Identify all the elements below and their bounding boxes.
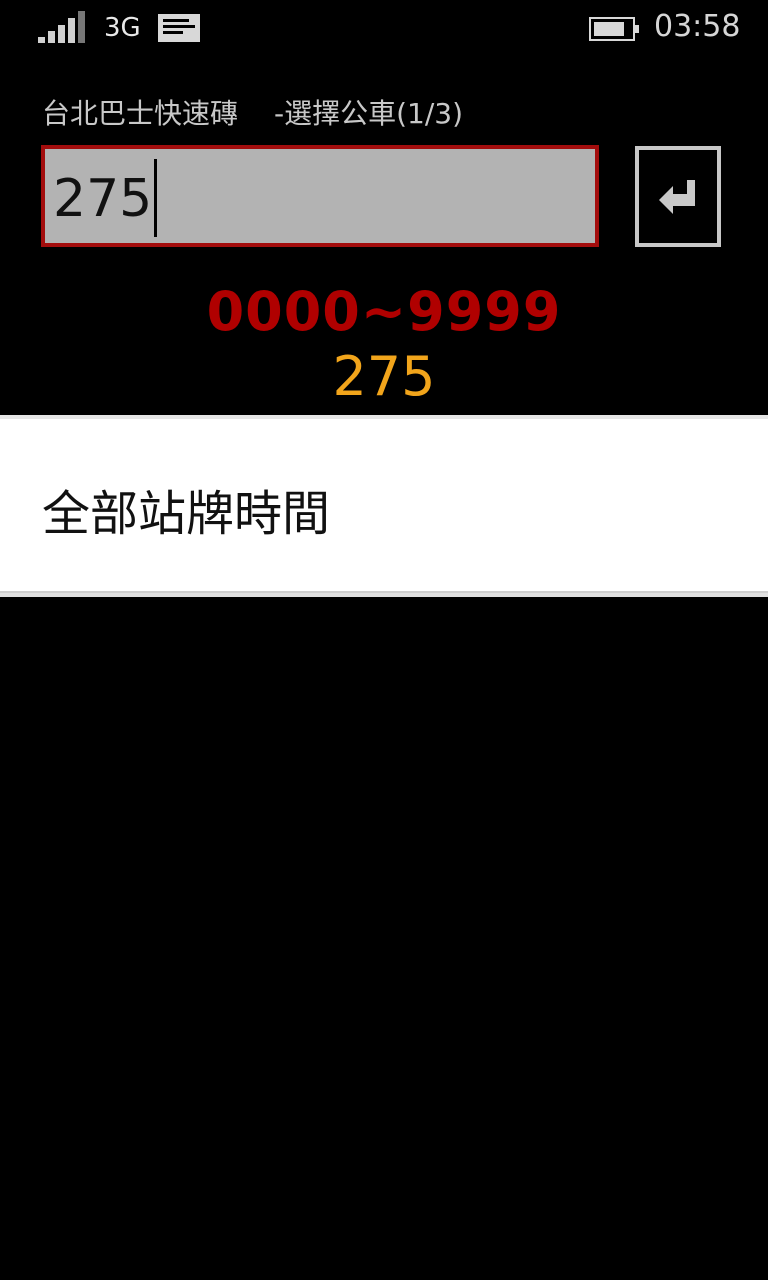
message-icon	[158, 14, 200, 42]
selected-route-value: 275	[332, 345, 436, 408]
route-input-value: 275	[53, 169, 153, 229]
battery-icon	[589, 17, 639, 41]
step-label: -選擇公車(1/3)	[274, 97, 464, 130]
network-type: 3G	[104, 13, 141, 43]
list-divider-bottom	[0, 593, 768, 597]
status-bar: 3G 03:58	[0, 0, 768, 56]
clock: 03:58	[654, 9, 741, 44]
text-caret	[154, 159, 158, 237]
route-number-input[interactable]: 275	[41, 145, 599, 247]
enter-button[interactable]	[635, 146, 721, 247]
screen: 3G 03:58 台北巴士快速磚 -選擇公車(1/3) 275 0000~9999…	[0, 0, 768, 1280]
range-hint: 0000~9999	[206, 280, 562, 343]
list-item-label: 全部站牌時間	[42, 486, 331, 542]
enter-return-icon	[659, 180, 695, 214]
list-item-all-stop-times[interactable]: 全部站牌時間	[0, 419, 768, 593]
signal-strength-icon	[38, 11, 85, 43]
app-title: 台北巴士快速磚	[42, 97, 239, 130]
page-title: 台北巴士快速磚 -選擇公車(1/3)	[42, 92, 463, 132]
